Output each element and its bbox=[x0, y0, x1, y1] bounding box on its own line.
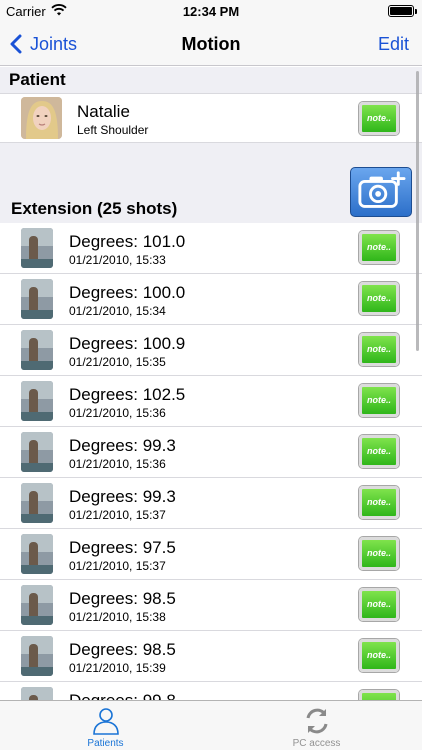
shot-date: 01/21/2010, 15:39 bbox=[69, 661, 166, 675]
shot-row[interactable]: Degrees: 100.9 01/21/2010, 15:35 note.. bbox=[0, 325, 422, 376]
shot-thumbnail bbox=[21, 228, 53, 268]
battery-tip bbox=[415, 9, 417, 14]
note-button[interactable]: note.. bbox=[359, 282, 399, 315]
avatar bbox=[21, 97, 62, 139]
shot-thumbnail bbox=[21, 483, 53, 523]
shot-date: 01/21/2010, 15:36 bbox=[69, 406, 166, 420]
extension-section-header: Extension (25 shots) bbox=[11, 199, 178, 218]
sync-icon bbox=[306, 708, 328, 734]
shot-thumbnail bbox=[21, 636, 53, 676]
shot-degrees: Degrees: 99.3 bbox=[69, 487, 176, 506]
shot-thumbnail bbox=[21, 279, 53, 319]
note-button[interactable]: note.. bbox=[359, 231, 399, 264]
tab-patients[interactable]: Patients bbox=[0, 701, 211, 750]
shot-degrees: Degrees: 100.9 bbox=[69, 334, 186, 353]
battery-icon bbox=[388, 5, 414, 17]
tab-pc-access[interactable]: PC access bbox=[211, 701, 422, 750]
note-button[interactable]: note.. bbox=[359, 690, 399, 700]
scroll-indicator[interactable] bbox=[416, 71, 419, 351]
page-title: Motion bbox=[181, 34, 241, 54]
shot-date: 01/21/2010, 15:33 bbox=[69, 253, 166, 267]
shot-thumbnail bbox=[21, 381, 53, 421]
shot-date: 01/21/2010, 15:37 bbox=[69, 508, 166, 522]
tab-patients-label: Patients bbox=[87, 738, 124, 749]
shot-date: 01/21/2010, 15:38 bbox=[69, 610, 166, 624]
note-button[interactable]: note.. bbox=[359, 537, 399, 570]
patient-section-header: Patient bbox=[0, 67, 422, 93]
patient-row[interactable]: Natalie Left Shoulder note.. bbox=[0, 93, 422, 143]
shot-row[interactable]: Degrees: 100.0 01/21/2010, 15:34 note.. bbox=[0, 274, 422, 325]
shot-degrees: Degrees: 100.0 bbox=[69, 283, 186, 302]
shot-row[interactable]: Degrees: 102.5 01/21/2010, 15:36 note.. bbox=[0, 376, 422, 427]
shot-date: 01/21/2010, 15:37 bbox=[69, 559, 166, 573]
shot-degrees: Degrees: 99.3 bbox=[69, 436, 176, 455]
shot-thumbnail bbox=[21, 534, 53, 574]
clock: 12:34 PM bbox=[182, 4, 240, 19]
shot-thumbnail bbox=[21, 687, 53, 700]
edit-button[interactable]: Edit bbox=[378, 34, 409, 55]
shot-date: 01/21/2010, 15:34 bbox=[69, 304, 166, 318]
shot-degrees: Degrees: 99.8 bbox=[69, 691, 176, 700]
shot-row[interactable]: Degrees: 97.5 01/21/2010, 15:37 note.. bbox=[0, 529, 422, 580]
shot-thumbnail bbox=[21, 585, 53, 625]
extension-header-area: Extension (25 shots) bbox=[0, 143, 422, 223]
shot-degrees: Degrees: 98.5 bbox=[69, 589, 176, 608]
patient-name: Natalie bbox=[77, 102, 130, 121]
shot-degrees: Degrees: 97.5 bbox=[69, 538, 176, 557]
shot-thumbnail bbox=[21, 432, 53, 472]
tab-bar: Patients PC access bbox=[0, 700, 422, 750]
shot-row[interactable]: Degrees: 99.3 01/21/2010, 15:36 note.. bbox=[0, 427, 422, 478]
person-icon bbox=[93, 708, 119, 735]
shot-thumbnail bbox=[21, 330, 53, 370]
shot-date: 01/21/2010, 15:36 bbox=[69, 457, 166, 471]
camera-plus-icon bbox=[358, 171, 406, 208]
shot-row[interactable]: Degrees: 99.3 01/21/2010, 15:37 note.. bbox=[0, 478, 422, 529]
shot-degrees: Degrees: 101.0 bbox=[69, 232, 186, 251]
shot-row[interactable]: Degrees: 99.8 note.. bbox=[0, 682, 422, 700]
motion-list[interactable]: Patient Natalie Left Shoulder note.. Ext… bbox=[0, 67, 422, 700]
note-button[interactable]: note.. bbox=[359, 384, 399, 417]
note-button[interactable]: note.. bbox=[359, 102, 399, 135]
shot-list: Degrees: 101.0 01/21/2010, 15:33 note.. Deg… bbox=[0, 223, 422, 700]
navigation-bar: Joints Motion Edit bbox=[0, 22, 422, 66]
note-button[interactable]: note.. bbox=[359, 333, 399, 366]
note-button[interactable]: note.. bbox=[359, 639, 399, 672]
status-bar: Carrier 12:34 PM bbox=[0, 0, 422, 22]
shot-row[interactable]: Degrees: 98.5 01/21/2010, 15:38 note.. bbox=[0, 580, 422, 631]
shot-row[interactable]: Degrees: 101.0 01/21/2010, 15:33 note.. bbox=[0, 223, 422, 274]
shot-degrees: Degrees: 98.5 bbox=[69, 640, 176, 659]
shot-date: 01/21/2010, 15:35 bbox=[69, 355, 166, 369]
add-photo-button[interactable] bbox=[350, 167, 412, 217]
shot-degrees: Degrees: 102.5 bbox=[69, 385, 186, 404]
note-button[interactable]: note.. bbox=[359, 486, 399, 519]
note-button[interactable]: note.. bbox=[359, 435, 399, 468]
tab-pc-access-label: PC access bbox=[292, 738, 341, 749]
note-button[interactable]: note.. bbox=[359, 588, 399, 621]
shot-row[interactable]: Degrees: 98.5 01/21/2010, 15:39 note.. bbox=[0, 631, 422, 682]
patient-joint: Left Shoulder bbox=[77, 123, 149, 137]
